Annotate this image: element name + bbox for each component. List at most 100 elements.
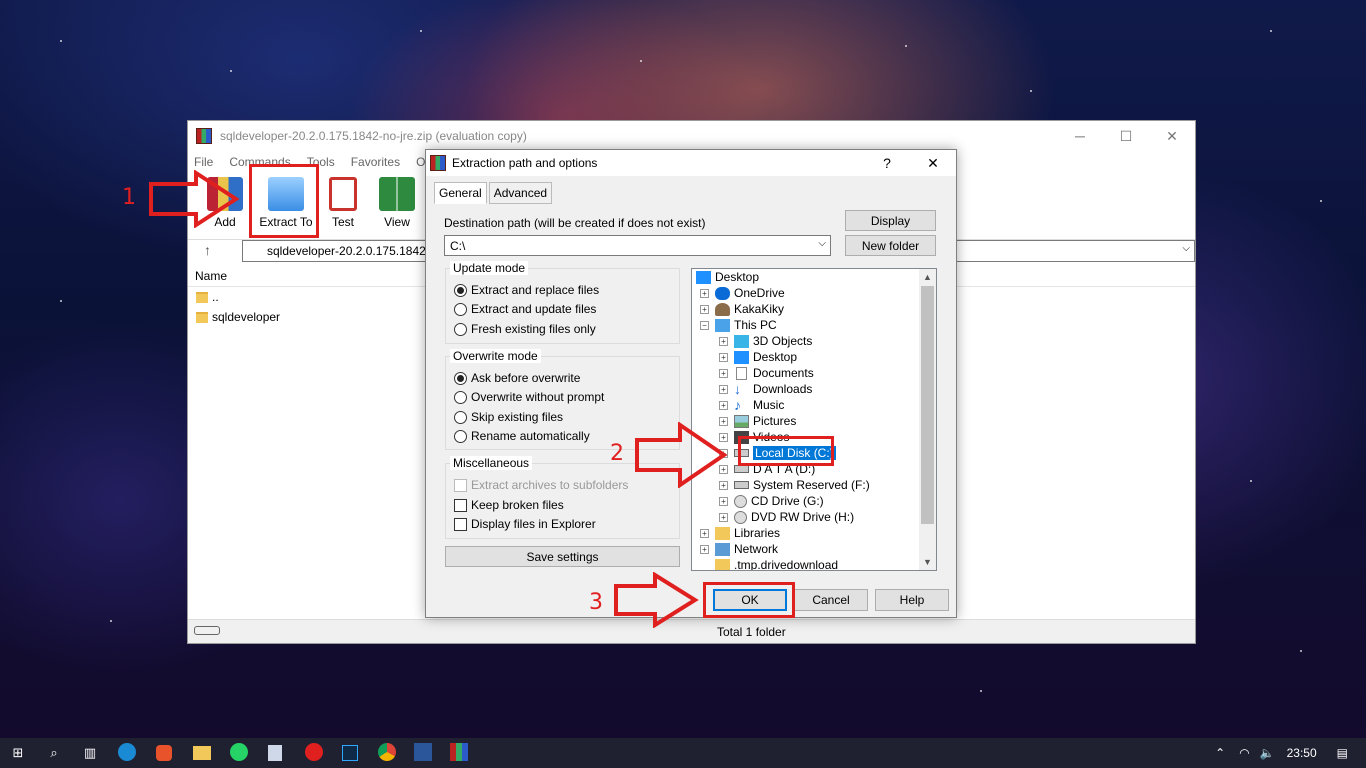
help-title-button[interactable]: ? (864, 150, 910, 176)
test-button[interactable]: Test (316, 177, 370, 229)
display-button[interactable]: Display (845, 210, 936, 231)
tree-scrollbar[interactable]: ▲ ▼ (919, 269, 936, 570)
tree-item-onedrive[interactable]: + OneDrive (700, 285, 785, 301)
expand-icon[interactable]: + (700, 544, 709, 554)
expand-icon[interactable]: + (700, 288, 709, 298)
menu-file[interactable]: File (194, 155, 213, 169)
destination-path-combobox[interactable]: C:\ ⌵ (444, 235, 831, 256)
radio-skip-existing[interactable]: Skip existing files (454, 408, 563, 426)
file-explorer-icon[interactable] (193, 746, 211, 760)
tree-item-dvd-drive[interactable]: + DVD RW Drive (H:) (719, 509, 854, 525)
view-button[interactable]: View (370, 177, 424, 229)
tree-item-this-pc[interactable]: − This PC (700, 317, 777, 333)
radio-button[interactable] (454, 322, 467, 336)
checkbox[interactable] (454, 517, 467, 531)
radio-button[interactable] (454, 283, 467, 297)
expand-icon[interactable]: + (719, 384, 728, 394)
expand-icon[interactable]: + (719, 512, 728, 522)
tree-item-documents[interactable]: + Documents (719, 365, 814, 381)
drive-icon[interactable] (194, 626, 220, 635)
tree-item-3d-objects[interactable]: + 3D Objects (719, 333, 812, 349)
minimize-button[interactable]: ─ (1057, 121, 1103, 151)
wifi-icon[interactable]: ◠ (1239, 746, 1249, 760)
chevron-down-icon[interactable]: ⌵ (1182, 243, 1190, 254)
expand-icon[interactable]: + (700, 304, 709, 314)
tree-item-music[interactable]: + ♪ Music (719, 397, 784, 413)
checkbox-display-in-explorer[interactable]: Display files in Explorer (454, 515, 596, 533)
tree-item-downloads[interactable]: + ↓ Downloads (719, 381, 812, 397)
expand-icon[interactable]: + (719, 400, 728, 410)
tree-item-network[interactable]: + Network (700, 541, 778, 557)
dialog-close-button[interactable]: ✕ (910, 150, 956, 176)
collapse-icon[interactable]: − (700, 320, 709, 330)
opera-icon[interactable] (305, 743, 323, 761)
picture-icon (734, 414, 749, 428)
arrow-icon (614, 572, 699, 628)
scroll-down-icon[interactable]: ▼ (919, 554, 936, 570)
option-label: Extract and update files (471, 302, 597, 316)
radio-button[interactable] (454, 429, 467, 443)
close-button[interactable]: ✕ (1149, 121, 1195, 151)
new-folder-button[interactable]: New folder (845, 235, 936, 256)
radio-button[interactable] (454, 410, 467, 424)
main-titlebar: sqldeveloper-20.2.0.175.1842-no-jre.zip … (188, 121, 1195, 151)
expand-icon[interactable]: + (719, 336, 728, 346)
tree-item-desktop-root[interactable]: Desktop (696, 269, 759, 285)
tree-label: CD Drive (G:) (751, 494, 824, 508)
volume-icon[interactable]: 🔈 (1260, 746, 1275, 760)
tab-general[interactable]: General (434, 182, 487, 204)
tree-item-libraries[interactable]: + Libraries (700, 525, 780, 541)
up-arrow-icon[interactable]: ↑ (204, 242, 211, 258)
search-icon[interactable]: ⌕ (44, 743, 64, 763)
whatsapp-icon[interactable] (230, 743, 248, 761)
chrome-icon[interactable] (378, 743, 396, 761)
scroll-up-icon[interactable]: ▲ (919, 269, 936, 285)
app-icon-red[interactable] (156, 745, 172, 761)
notepad-icon[interactable] (268, 745, 282, 761)
winrar-taskbar-icon[interactable] (450, 743, 468, 761)
clock-time[interactable]: 23:50 (1287, 746, 1317, 760)
radio-button[interactable] (454, 371, 467, 385)
tree-item-system-reserved[interactable]: + System Reserved (F:) (719, 477, 870, 493)
photoshop-icon[interactable] (342, 745, 358, 761)
notification-icon[interactable]: ▤ (1337, 746, 1348, 760)
expand-icon[interactable]: + (719, 496, 728, 506)
radio-ask-before-overwrite[interactable]: Ask before overwrite (454, 369, 580, 387)
tree-item-pictures[interactable]: + Pictures (719, 413, 796, 429)
windows-start-icon[interactable]: ⊞ (8, 743, 28, 763)
miscellaneous-label: Miscellaneous (450, 456, 533, 470)
chevron-up-icon[interactable]: ⌃ (1215, 746, 1225, 760)
tree-item-desktop[interactable]: + Desktop (719, 349, 797, 365)
radio-overwrite-without-prompt[interactable]: Overwrite without prompt (454, 388, 604, 406)
save-settings-button[interactable]: Save settings (445, 546, 680, 567)
tree-item-cd-drive[interactable]: + CD Drive (G:) (719, 493, 824, 509)
expand-icon[interactable]: + (700, 528, 709, 538)
radio-rename-automatically[interactable]: Rename automatically (454, 427, 590, 445)
expand-icon[interactable]: + (719, 368, 728, 378)
folder-icon (196, 291, 208, 303)
tree-item-user[interactable]: + KakaKiky (700, 301, 784, 317)
cancel-button[interactable]: Cancel (794, 589, 868, 611)
highlight-extract-to (249, 164, 319, 238)
radio-button[interactable] (454, 302, 467, 316)
tab-advanced[interactable]: Advanced (488, 182, 553, 204)
checkbox[interactable] (454, 498, 467, 512)
edge-icon[interactable] (118, 743, 136, 761)
checkbox-keep-broken-files[interactable]: Keep broken files (454, 496, 564, 514)
folder-tree[interactable]: Desktop + OneDrive + KakaKiky − This PC … (691, 268, 937, 571)
chevron-down-icon[interactable]: ⌵ (818, 238, 826, 249)
help-button[interactable]: Help (875, 589, 949, 611)
radio-button[interactable] (454, 390, 467, 404)
maximize-button[interactable]: ☐ (1103, 121, 1149, 151)
tree-item-tmp-drivedownload[interactable]: .tmp.drivedownload (715, 557, 838, 570)
scrollbar-thumb[interactable] (921, 286, 934, 524)
word-icon[interactable] (414, 743, 432, 761)
task-view-icon[interactable]: ▥ (80, 743, 100, 763)
expand-icon[interactable]: + (719, 352, 728, 362)
radio-extract-update[interactable]: Extract and update files (454, 300, 596, 318)
radio-fresh-existing[interactable]: Fresh existing files only (454, 320, 596, 338)
menu-favorites[interactable]: Favorites (351, 155, 400, 169)
option-label: Extract and replace files (471, 283, 600, 297)
system-tray: ⌃ ◠ 🔈 23:50 ▤ (1215, 738, 1366, 768)
radio-extract-replace[interactable]: Extract and replace files (454, 281, 599, 299)
